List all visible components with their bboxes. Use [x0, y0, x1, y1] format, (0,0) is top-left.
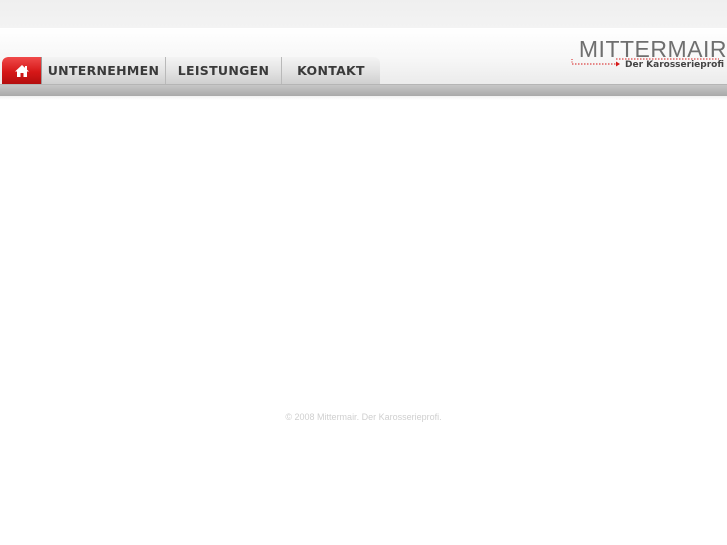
nav-bar-strip — [0, 84, 727, 96]
nav-item-kontakt[interactable]: KONTAKT — [282, 57, 380, 84]
top-band — [0, 0, 727, 28]
nav-item-unternehmen[interactable]: UNTERNEHMEN — [42, 57, 166, 84]
brand-name: MITTERMAIR — [578, 36, 727, 62]
nav-item-label: LEISTUNGEN — [177, 63, 270, 78]
nav-item-leistungen[interactable]: LEISTUNGEN — [166, 57, 282, 84]
nav-item-label: KONTAKT — [297, 63, 365, 78]
page: MITTERMAIR Der Karosserieprofi UNTERNEHM… — [0, 0, 727, 545]
brand-tagline: Der Karosserieprofi — [625, 60, 724, 70]
footer-copyright: © 2008 Mittermair. Der Karosserieprofi. — [285, 412, 442, 422]
nav-home-button[interactable] — [2, 57, 42, 84]
nav-bar-shadow — [0, 96, 727, 100]
brand-logo[interactable]: MITTERMAIR Der Karosserieprofi — [567, 36, 727, 76]
nav-item-label: UNTERNEHMEN — [47, 63, 160, 78]
main-nav: UNTERNEHMEN LEISTUNGEN KONTAKT — [2, 57, 380, 84]
home-icon — [14, 64, 29, 77]
